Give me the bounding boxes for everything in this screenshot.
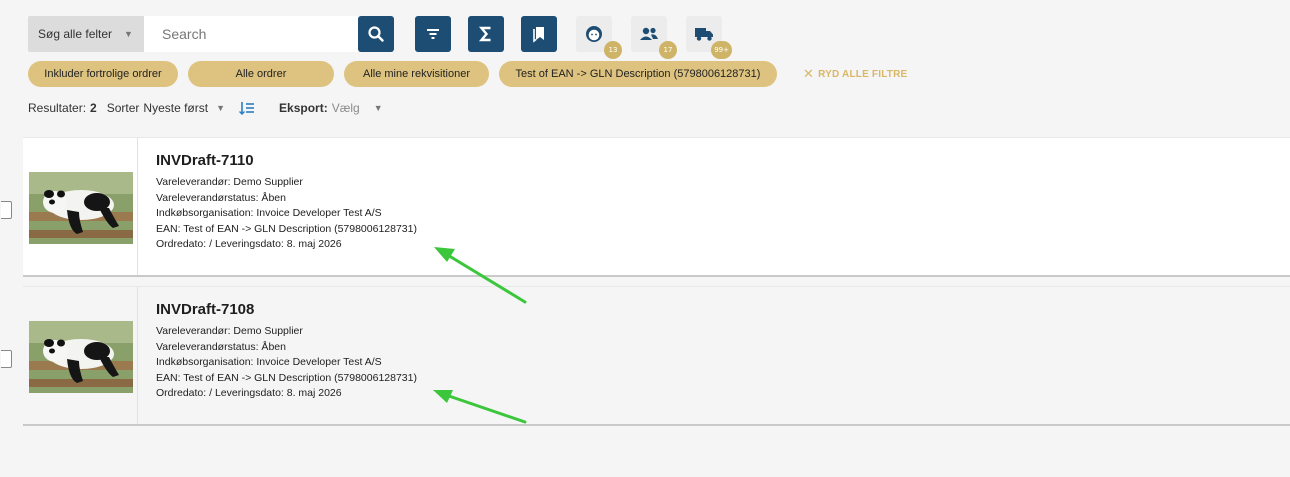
search-input[interactable] <box>144 16 358 52</box>
search-icon <box>368 26 384 42</box>
order-supplier-status: Vareleverandørstatus: Åben <box>156 340 286 353</box>
order-title[interactable]: INVDraft-7108 <box>156 301 417 318</box>
order-checkbox[interactable] <box>1 201 12 219</box>
order-image <box>29 321 133 393</box>
order-ean: EAN: Test of EAN -> GLN Description (579… <box>156 371 417 384</box>
results-bar: Resultater: 2 Sorter Nyeste først ▼ Eksp… <box>28 98 397 118</box>
close-icon: ✕ <box>803 66 815 81</box>
order-card[interactable]: INVDraft-7108 Vareleverandør: Demo Suppl… <box>23 286 1290 426</box>
card-divider <box>137 287 138 424</box>
chevron-down-icon: ▼ <box>124 29 133 39</box>
bookmark-icon <box>533 27 544 43</box>
deliveries-count-badge: 99+ <box>711 41 732 59</box>
group-orders-button[interactable]: 17 <box>631 16 677 59</box>
order-card[interactable]: INVDraft-7110 Vareleverandør: Demo Suppl… <box>23 137 1290 277</box>
sort-label: Sorter <box>106 101 140 115</box>
chip-all-orders[interactable]: Alle ordrer <box>188 61 334 87</box>
order-supplier-status: Vareleverandørstatus: Åben <box>156 191 286 204</box>
face-icon <box>586 26 602 42</box>
bookmarks-button[interactable] <box>521 16 557 52</box>
clear-all-filters-label: RYD ALLE FILTRE <box>818 68 908 80</box>
order-details: INVDraft-7108 Vareleverandør: Demo Suppl… <box>156 301 417 402</box>
group-orders-count-badge: 17 <box>659 41 677 59</box>
sort-select[interactable]: Nyeste først <box>143 101 208 115</box>
order-dates: Ordredato: / Leveringsdato: 8. maj 2026 <box>156 387 342 400</box>
filter-icon <box>427 29 439 39</box>
order-organisation: Indkøbsorganisation: Invoice Developer T… <box>156 356 382 369</box>
chip-ean-filter[interactable]: Test of EAN -> GLN Description (57980061… <box>499 61 777 87</box>
search-field-select[interactable]: Søg alle felter ▼ <box>28 16 144 52</box>
order-dates: Ordredato: / Leveringsdato: 8. maj 2026 <box>156 238 342 251</box>
sum-button[interactable] <box>468 16 504 52</box>
results-count: 2 <box>90 101 97 115</box>
chip-my-requisitions[interactable]: Alle mine rekvisitioner <box>344 61 489 87</box>
deliveries-button[interactable]: 99+ <box>686 16 732 59</box>
order-details: INVDraft-7110 Vareleverandør: Demo Suppl… <box>156 152 417 253</box>
sort-order-icon[interactable] <box>239 101 255 115</box>
order-organisation: Indkøbsorganisation: Invoice Developer T… <box>156 207 382 220</box>
order-image <box>29 172 133 244</box>
results-label: Resultater: <box>28 101 87 115</box>
order-checkbox[interactable] <box>1 350 12 368</box>
my-orders-button[interactable]: 13 <box>576 16 622 59</box>
order-supplier: Vareleverandør: Demo Supplier <box>156 176 303 188</box>
panda-image <box>29 321 133 393</box>
chevron-down-icon[interactable]: ▼ <box>216 103 225 113</box>
export-label: Eksport: <box>279 101 328 115</box>
search-button[interactable] <box>358 16 394 52</box>
search-field-select-label: Søg alle felter <box>38 27 113 41</box>
search-toolbar: Søg alle felter ▼ 13 <box>28 16 732 59</box>
my-orders-count-badge: 13 <box>604 41 622 59</box>
order-supplier: Vareleverandør: Demo Supplier <box>156 325 303 337</box>
filter-button[interactable] <box>415 16 451 52</box>
panda-image <box>29 172 133 244</box>
filter-chips: Inkluder fortrolige ordrer Alle ordrer A… <box>28 61 907 87</box>
chevron-down-icon[interactable]: ▼ <box>374 103 383 113</box>
clear-all-filters-button[interactable]: ✕ RYD ALLE FILTRE <box>803 66 907 82</box>
card-divider <box>137 138 138 275</box>
group-icon <box>640 27 658 40</box>
truck-icon <box>695 28 713 41</box>
export-select[interactable]: Vælg <box>332 101 360 115</box>
order-ean: EAN: Test of EAN -> GLN Description (579… <box>156 222 417 235</box>
order-title[interactable]: INVDraft-7110 <box>156 152 417 169</box>
chip-confidential-orders[interactable]: Inkluder fortrolige ordrer <box>28 61 178 87</box>
sigma-icon <box>478 26 491 42</box>
